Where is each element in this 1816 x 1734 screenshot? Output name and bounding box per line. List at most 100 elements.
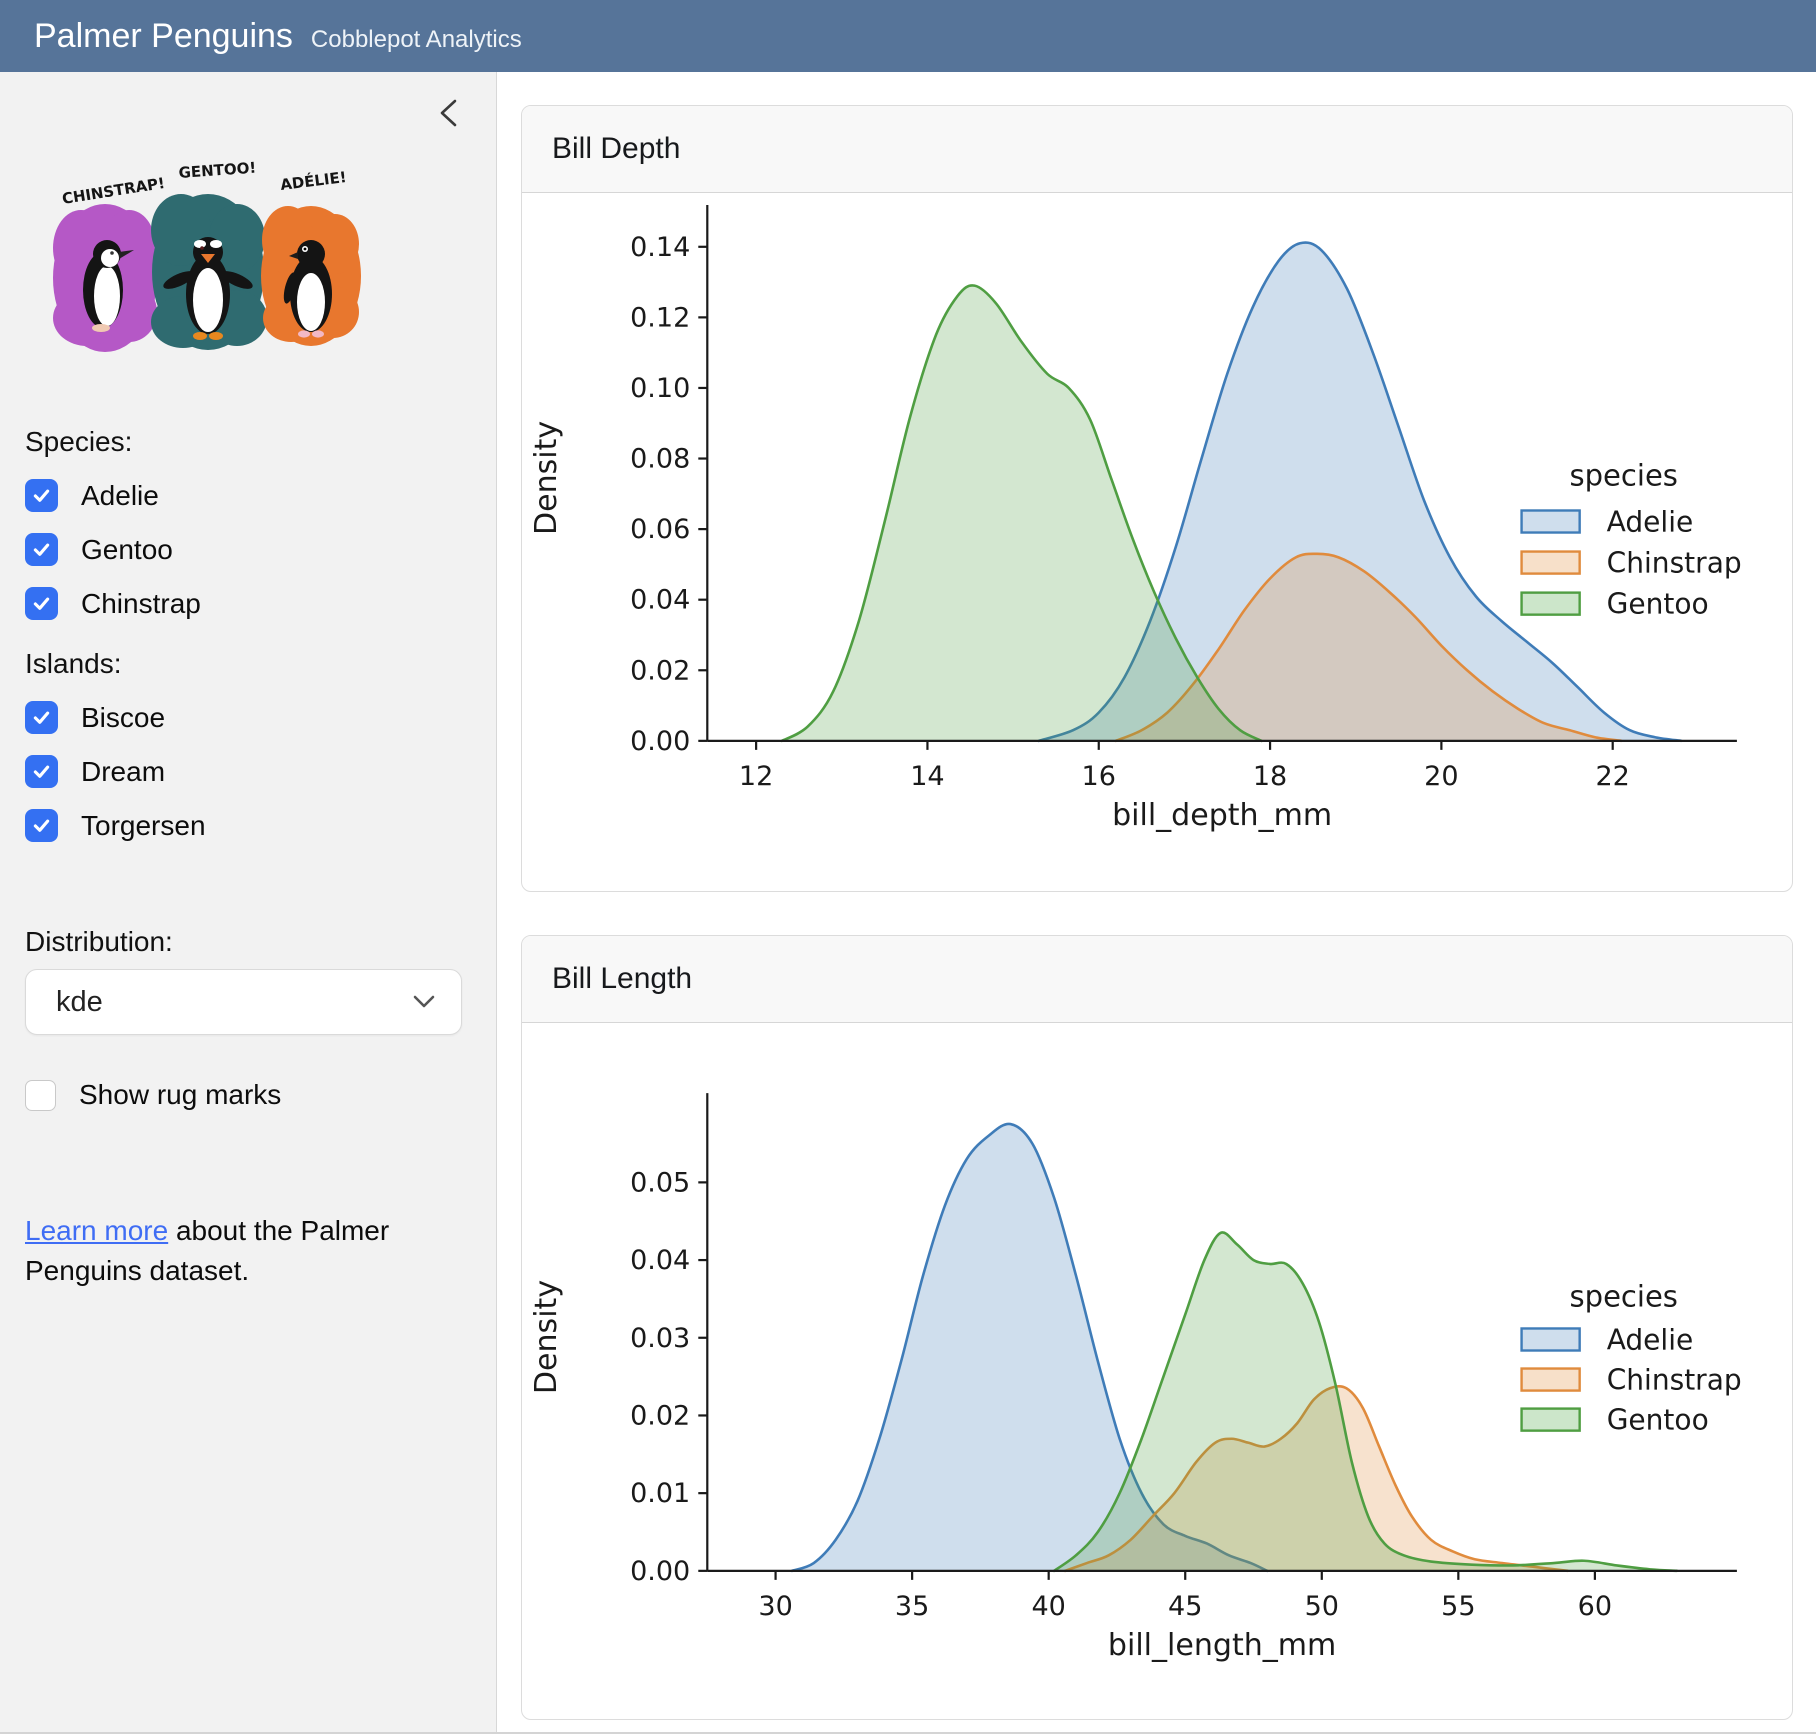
bill-length-card-header: Bill Length — [522, 936, 1792, 1023]
legend-title: species — [1570, 458, 1678, 492]
artwork-label-chinstrap: CHINSTRAP! — [61, 174, 166, 208]
penguin-artwork: CHINSTRAP! GENTOO! ADÉLIE! — [43, 148, 379, 372]
svg-text:20: 20 — [1424, 761, 1458, 792]
legend-label-gentoo: Gentoo — [1607, 588, 1709, 621]
svg-text:0.01: 0.01 — [630, 1478, 690, 1509]
show-rug-marks-label: Show rug marks — [79, 1079, 281, 1111]
distribution-selected-value: kde — [56, 986, 103, 1019]
svg-text:18: 18 — [1253, 761, 1287, 792]
chevron-down-icon — [413, 995, 435, 1009]
density-plot-bill_length_mm: 0.00 0.01 0.02 0.03 0.04 0.05 30 35 40 45 50 55 60 bi… — [522, 1023, 1792, 1714]
checkbox-biscoe[interactable]: Biscoe — [25, 701, 496, 734]
svg-text:55: 55 — [1441, 1591, 1475, 1622]
y-axis-label: Density — [529, 421, 564, 535]
bill-depth-card-title: Bill Depth — [552, 132, 680, 166]
checkbox-torgersen[interactable]: Torgersen — [25, 809, 496, 842]
check-icon — [31, 815, 52, 836]
checkbox-adelie[interactable]: Adelie — [25, 479, 496, 512]
check-icon — [31, 539, 52, 560]
svg-text:0.14: 0.14 — [630, 232, 690, 263]
main-content: Bill Depth 0.000.020.040.060.080.100.120… — [497, 72, 1816, 1734]
checkbox-checked — [25, 587, 58, 620]
legend-label-adelie: Adelie — [1607, 1324, 1694, 1357]
check-icon — [31, 593, 52, 614]
legend-patch-gentoo — [1522, 1409, 1580, 1431]
distribution-select[interactable]: kde — [25, 969, 462, 1035]
svg-text:30: 30 — [758, 1591, 792, 1622]
svg-text:12: 12 — [739, 761, 773, 792]
check-icon — [31, 707, 52, 728]
legend-patch-chinstrap — [1522, 552, 1580, 574]
checkbox-checked — [25, 809, 58, 842]
checkbox-label-dream: Dream — [81, 756, 165, 788]
legend-patch-chinstrap — [1522, 1369, 1580, 1391]
svg-text:0.00: 0.00 — [630, 726, 690, 757]
checkbox-dream[interactable]: Dream — [25, 755, 496, 788]
app-title: Palmer Penguins — [34, 0, 293, 72]
legend-label-chinstrap: Chinstrap — [1607, 1364, 1742, 1397]
checkbox-unchecked — [25, 1080, 56, 1111]
y-axis-label: Density — [529, 1280, 564, 1394]
svg-text:16: 16 — [1082, 761, 1116, 792]
checkbox-label-torgersen: Torgersen — [81, 810, 206, 842]
checkbox-gentoo[interactable]: Gentoo — [25, 533, 496, 566]
svg-text:0.00: 0.00 — [630, 1556, 690, 1587]
svg-text:0.08: 0.08 — [630, 444, 690, 475]
legend-label-adelie: Adelie — [1607, 506, 1694, 539]
species-group-label: Species: — [25, 426, 496, 458]
dataset-info-text: Learn more about the Palmer Penguins dat… — [25, 1211, 477, 1291]
checkbox-label-biscoe: Biscoe — [81, 702, 165, 734]
x-axis-label: bill_depth_mm — [1112, 798, 1332, 833]
show-rug-marks-checkbox[interactable]: Show rug marks — [25, 1079, 496, 1111]
legend-patch-gentoo — [1522, 593, 1580, 615]
species-checkbox-group: Adelie Gentoo Chinstrap — [25, 479, 496, 620]
bill-depth-card: Bill Depth 0.000.020.040.060.080.100.120… — [521, 105, 1793, 892]
svg-text:45: 45 — [1168, 1591, 1202, 1622]
density-plot-bill_depth_mm: 0.000.020.040.060.080.100.120.1412141618… — [522, 193, 1792, 886]
checkbox-label-chinstrap: Chinstrap — [81, 588, 201, 620]
svg-text:40: 40 — [1031, 1591, 1065, 1622]
svg-text:0.02: 0.02 — [630, 1401, 690, 1432]
bill-length-card: Bill Length 0.00 0.01 0.02 0.03 0.04 0.05 30 35… — [521, 935, 1793, 1720]
islands-checkbox-group: Biscoe Dream Torgersen — [25, 701, 496, 842]
app-header: Palmer Penguins Cobblepot Analytics — [0, 0, 1816, 72]
checkbox-chinstrap[interactable]: Chinstrap — [25, 587, 496, 620]
check-icon — [31, 761, 52, 782]
chevron-left-icon — [436, 96, 460, 130]
legend-label-gentoo: Gentoo — [1607, 1404, 1709, 1437]
checkbox-checked — [25, 755, 58, 788]
svg-text:0.03: 0.03 — [630, 1323, 690, 1354]
svg-text:0.10: 0.10 — [630, 373, 690, 404]
x-axis-label: bill_length_mm — [1108, 1628, 1336, 1663]
svg-text:0.12: 0.12 — [630, 302, 690, 333]
checkbox-label-gentoo: Gentoo — [81, 534, 173, 566]
bill-length-chart: 0.00 0.01 0.02 0.03 0.04 0.05 30 35 40 45 50 55 60 bi… — [522, 1023, 1792, 1719]
legend-patch-adelie — [1522, 510, 1580, 532]
checkbox-checked — [25, 533, 58, 566]
sidebar: CHINSTRAP! GENTOO! ADÉLIE! Species: Adel… — [0, 72, 497, 1734]
check-icon — [31, 485, 52, 506]
bill-length-card-title: Bill Length — [552, 962, 692, 996]
artwork-label-gentoo: GENTOO! — [178, 159, 257, 182]
legend-patch-adelie — [1522, 1329, 1580, 1351]
legend-label-chinstrap: Chinstrap — [1607, 547, 1742, 580]
checkbox-label-adelie: Adelie — [81, 480, 159, 512]
legend-title: species — [1570, 1280, 1678, 1314]
svg-text:14: 14 — [910, 761, 944, 792]
islands-group-label: Islands: — [25, 648, 496, 680]
artwork-label-adelie: ADÉLIE! — [279, 167, 347, 194]
learn-more-link[interactable]: Learn more — [25, 1215, 168, 1246]
svg-text:35: 35 — [895, 1591, 929, 1622]
checkbox-checked — [25, 479, 58, 512]
svg-text:0.04: 0.04 — [630, 585, 690, 616]
bill-depth-chart: 0.000.020.040.060.080.100.120.1412141618… — [522, 193, 1792, 891]
svg-text:0.05: 0.05 — [630, 1167, 690, 1198]
svg-text:50: 50 — [1305, 1591, 1339, 1622]
sidebar-collapse-button[interactable] — [436, 96, 460, 130]
svg-text:60: 60 — [1578, 1591, 1612, 1622]
svg-text:0.04: 0.04 — [630, 1245, 690, 1276]
bill-depth-card-header: Bill Depth — [522, 106, 1792, 193]
checkbox-checked — [25, 701, 58, 734]
app-subtitle: Cobblepot Analytics — [311, 26, 522, 54]
distribution-label: Distribution: — [25, 926, 496, 958]
